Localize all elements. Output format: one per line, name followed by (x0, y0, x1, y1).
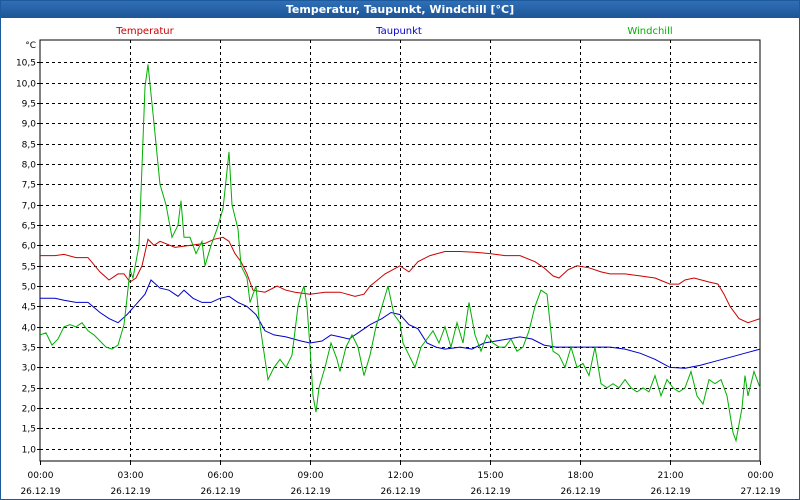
y-tick-label: 6,5 (22, 222, 36, 232)
y-tick-label: 3,5 (22, 344, 36, 354)
x-tick-date: 26.12.19 (380, 487, 420, 497)
y-tick-label: 8,5 (22, 141, 36, 151)
y-tick-label: 2,5 (22, 385, 36, 395)
legend-windchill: Windchill (627, 26, 672, 37)
y-tick-label: 6,0 (22, 242, 37, 252)
y-tick-label: 1,0 (22, 446, 37, 456)
y-tick-label: 3,0 (22, 364, 37, 374)
x-tick-date: 26.12.19 (200, 487, 240, 497)
x-tick-date: 27.12.19 (740, 487, 780, 497)
y-tick-label: 7,0 (22, 202, 37, 212)
x-tick-time: 12:00 (388, 471, 414, 481)
x-tick-date: 26.12.19 (650, 487, 690, 497)
x-tick-time: 03:00 (118, 471, 144, 481)
y-tick-label: 9,5 (22, 100, 36, 110)
x-tick-date: 26.12.19 (20, 487, 60, 497)
y-tick-label: 10,0 (16, 80, 36, 90)
y-tick-label: 5,5 (22, 263, 36, 273)
x-tick-time: 09:00 (298, 471, 324, 481)
y-tick-label: 9,0 (22, 120, 37, 130)
y-tick-label: 7,5 (22, 181, 36, 191)
legend-temperatur: Temperatur (115, 26, 174, 37)
legend: Temperatur Taupunkt Windchill (115, 26, 672, 37)
y-tick-label: 8,0 (22, 161, 37, 171)
y-tick-label: 4,5 (22, 303, 36, 313)
legend-taupunkt: Taupunkt (375, 26, 422, 37)
chart-svg: 1,0 1,5 2,0 2,5 3,0 3,5 4,0 4,5 5,0 5,5 6,0 6,5 7,0 7… (16, 26, 781, 497)
x-tick-date: 26.12.19 (290, 487, 330, 497)
y-tick-label: 4,0 (22, 324, 37, 334)
x-tick-date: 26.12.19 (110, 487, 150, 497)
x-tick-time: 15:00 (478, 471, 504, 481)
grid (37, 39, 761, 465)
y-tick-label: 2,0 (22, 405, 37, 415)
x-tick-time: 18:00 (568, 471, 594, 481)
x-tick-date: 26.12.19 (560, 487, 600, 497)
x-tick-time: 00:00 (28, 471, 54, 481)
y-tick-label: 5,0 (22, 283, 37, 293)
x-tick-date: 26.12.19 (470, 487, 510, 497)
chart-window: Temperatur, Taupunkt, Windchill [°C] 1,0… (0, 0, 800, 500)
y-tick-label: 10,5 (16, 59, 36, 69)
x-tick-time: 00:00 (748, 471, 774, 481)
y-axis-label: °C (25, 41, 36, 51)
x-tick-time: 21:00 (658, 471, 684, 481)
y-tick-label: 1,5 (22, 425, 36, 435)
x-tick-time: 06:00 (208, 471, 234, 481)
